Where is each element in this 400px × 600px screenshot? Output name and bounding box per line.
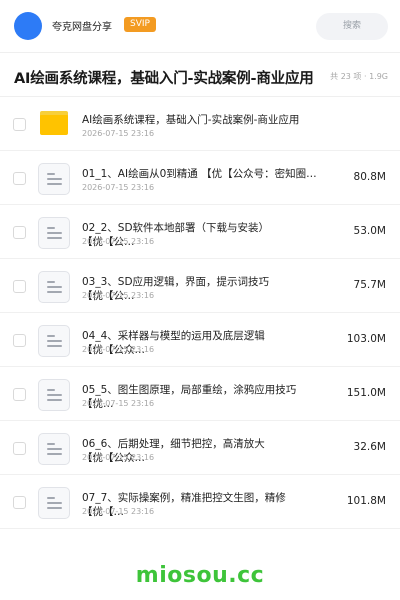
document-icon — [38, 271, 70, 303]
list-item[interactable]: 01_1、AI绘画从0到精通 【优【公众号：密知圈… 2026-07-15 23… — [0, 151, 400, 205]
folder-title-bar: AI绘画系统课程，基础入门-实战案例-商业应用 共 23 项 · 1.9G — [0, 52, 400, 97]
item-size: 32.6M — [353, 441, 386, 453]
svip-badge: SVIP — [124, 17, 156, 32]
item-size: 151.0M — [346, 387, 386, 399]
row-checkbox[interactable] — [13, 226, 26, 239]
document-icon — [38, 325, 70, 357]
document-icon — [38, 487, 70, 519]
brand-name: 夸克网盘分享 — [52, 22, 112, 33]
row-checkbox[interactable] — [13, 388, 26, 401]
folder-icon — [40, 111, 68, 135]
list-item-folder[interactable]: AI绘画系统课程，基础入门-实战案例-商业应用 2026-07-15 23:16 — [0, 97, 400, 151]
item-date: 2026-07-15 23:16 — [82, 183, 155, 192]
item-name: 06_6、后期处理，细节把控，高清放大 — [82, 438, 265, 450]
list-item[interactable]: 03_3、SD应用逻辑，界面，提示词技巧 【优【公… 2026-07-15 23… — [0, 259, 400, 313]
list-item[interactable]: 07_7、实际操案例，精准把控文生图，精修 【优【… 2026-07-15 23… — [0, 475, 400, 529]
top-header: 夸克网盘分享 SVIP 搜索 — [0, 0, 400, 52]
document-icon — [38, 379, 70, 411]
folder-meta: 共 23 项 · 1.9G — [330, 72, 388, 81]
item-date: 2026-07-15 23:16 — [82, 291, 155, 300]
document-icon — [38, 217, 70, 249]
item-size: 80.8M — [353, 171, 386, 183]
item-size: 103.0M — [346, 333, 386, 345]
item-date: 2026-07-15 23:16 — [82, 237, 155, 246]
item-name: 05_5、图生图原理，局部重绘，涂鸦应用技巧 — [82, 384, 297, 396]
item-size: 53.0M — [353, 225, 386, 237]
item-size: 75.7M — [353, 279, 386, 291]
item-date: 2026-07-15 23:16 — [82, 345, 155, 354]
item-name: 03_3、SD应用逻辑，界面，提示词技巧 — [82, 276, 270, 288]
row-checkbox[interactable] — [13, 442, 26, 455]
row-checkbox[interactable] — [13, 280, 26, 293]
row-checkbox[interactable] — [13, 496, 26, 509]
item-size: 101.8M — [346, 495, 386, 507]
item-name: 02_2、SD软件本地部署（下载与安装） — [82, 222, 270, 234]
list-item[interactable]: 04_4、采样器与模型的运用及底层逻辑 【优【公众… 2026-07-15 23… — [0, 313, 400, 367]
avatar[interactable] — [14, 12, 42, 40]
row-checkbox[interactable] — [13, 118, 26, 131]
document-icon — [38, 433, 70, 465]
search-input[interactable]: 搜索 — [316, 13, 388, 40]
item-date: 2026-07-15 23:16 — [82, 399, 155, 408]
watermark-text: miosou.cc — [135, 563, 265, 588]
item-name: AI绘画系统课程，基础入门-实战案例-商业应用 — [82, 114, 300, 126]
row-checkbox[interactable] — [13, 334, 26, 347]
document-icon — [38, 163, 70, 195]
list-item[interactable]: 02_2、SD软件本地部署（下载与安装） 【优【公… 2026-07-15 23… — [0, 205, 400, 259]
list-item[interactable]: 06_6、后期处理，细节把控，高清放大 【优【公众… 2026-07-15 23… — [0, 421, 400, 475]
item-name: 01_1、AI绘画从0到精通 【优【公众号：密知圈… — [82, 168, 317, 180]
item-name: 07_7、实际操案例，精准把控文生图，精修 — [82, 492, 286, 504]
item-name: 04_4、采样器与模型的运用及底层逻辑 — [82, 330, 265, 342]
row-checkbox[interactable] — [13, 172, 26, 185]
item-date: 2026-07-15 23:16 — [82, 129, 155, 138]
item-date: 2026-07-15 23:16 — [82, 453, 155, 462]
page-title: AI绘画系统课程，基础入门-实战案例-商业应用 — [14, 71, 314, 87]
list-item[interactable]: 05_5、图生图原理，局部重绘，涂鸦应用技巧 【优… 2026-07-15 23… — [0, 367, 400, 421]
item-date: 2026-07-15 23:16 — [82, 507, 155, 516]
